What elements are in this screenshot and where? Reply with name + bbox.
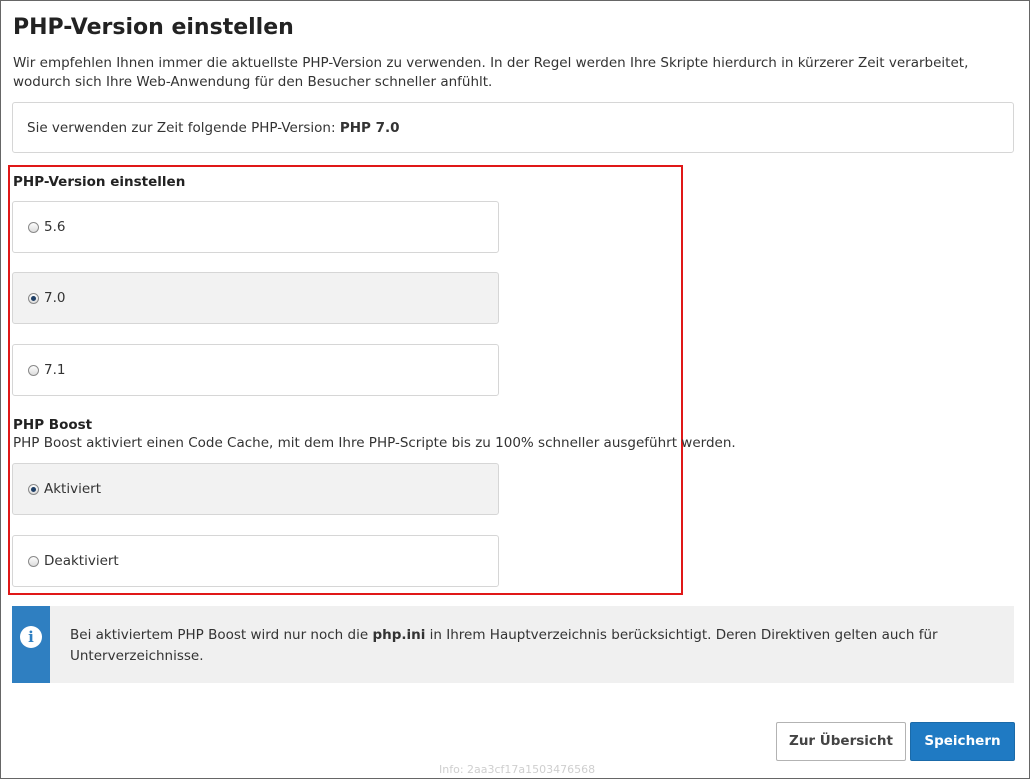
radio-button-selected[interactable] — [28, 484, 39, 495]
option-label: 7.1 — [44, 362, 66, 378]
intro-text: Wir empfehlen Ihnen immer die aktuellste… — [13, 55, 969, 90]
current-version-box: Sie verwenden zur Zeit folgende PHP-Vers… — [12, 102, 1014, 153]
php-boost-option-deaktiviert[interactable]: Deaktiviert — [12, 535, 499, 587]
php-boost-description: PHP Boost aktiviert einen Code Cache, mi… — [13, 435, 736, 451]
php-boost-heading: PHP Boost — [13, 417, 93, 433]
option-label: Deaktiviert — [44, 553, 119, 569]
info-text: Bei aktiviertem PHP Boost wird nur noch … — [70, 627, 938, 664]
php-version-option-5-6[interactable]: 5.6 — [12, 201, 499, 253]
current-version-label: Sie verwenden zur Zeit folgende PHP-Vers… — [27, 120, 336, 136]
info-box: i Bei aktiviertem PHP Boost wird nur noc… — [12, 606, 1014, 683]
radio-button[interactable] — [28, 365, 39, 376]
footer-info: Info: 2aa3cf17a1503476568 — [439, 763, 596, 776]
radio-button[interactable] — [28, 222, 39, 233]
info-icon: i — [20, 626, 42, 648]
current-version-value: PHP 7.0 — [339, 120, 400, 136]
option-label: 5.6 — [44, 219, 66, 235]
info-text-bold: php.ini — [372, 627, 426, 643]
php-boost-option-aktiviert[interactable]: Aktiviert — [12, 463, 499, 515]
back-to-overview-button[interactable]: Zur Übersicht — [776, 722, 906, 761]
radio-button-selected[interactable] — [28, 293, 39, 304]
save-button[interactable]: Speichern — [910, 722, 1015, 761]
info-bar: i — [12, 606, 50, 683]
page-title: PHP-Version einstellen — [13, 15, 294, 40]
option-label: 7.0 — [44, 290, 66, 306]
php-version-heading: PHP-Version einstellen — [13, 174, 186, 190]
php-version-option-7-1[interactable]: 7.1 — [12, 344, 499, 396]
php-version-option-7-0[interactable]: 7.0 — [12, 272, 499, 324]
radio-button[interactable] — [28, 556, 39, 567]
option-label: Aktiviert — [44, 481, 101, 497]
window-frame: PHP-Version einstellen Wir empfehlen Ihn… — [0, 0, 1030, 779]
